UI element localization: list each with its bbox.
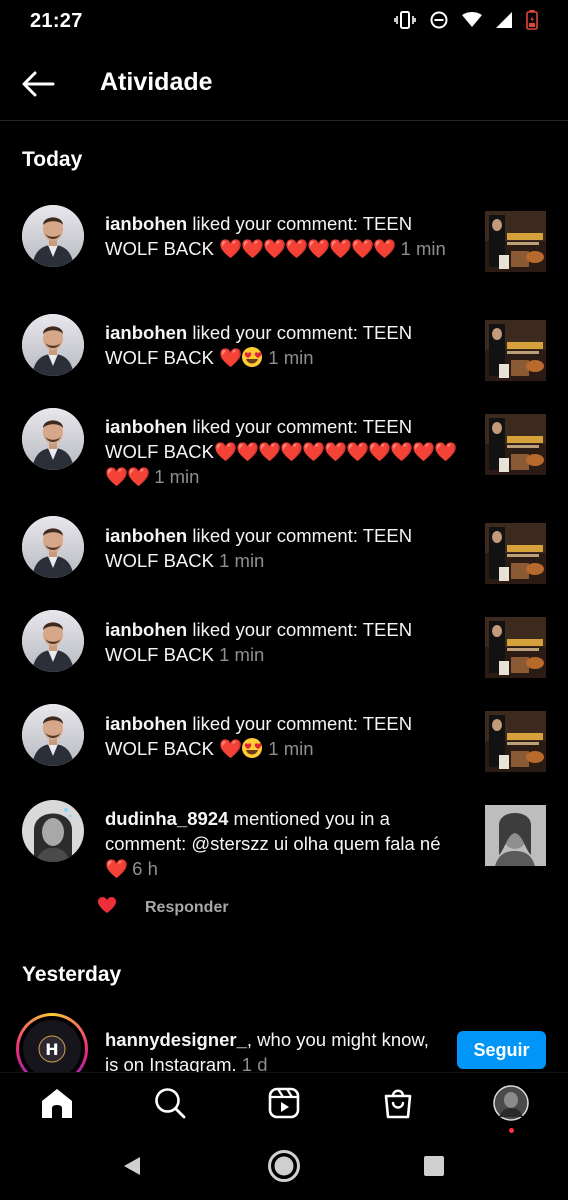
username[interactable]: ianbohen [105,213,187,234]
username[interactable]: ianbohen [105,619,187,640]
shop-icon [383,1087,413,1124]
timestamp: 1 min [263,738,314,759]
like-heart-icon[interactable] [97,896,117,919]
follow-button[interactable]: Seguir [457,1031,546,1069]
brand-letter: H [45,1040,58,1059]
timestamp: 1 min [149,466,200,487]
post-thumbnail[interactable] [485,617,546,678]
username[interactable]: ianbohen [105,416,187,437]
heart-eyes-emoji-icon [241,738,263,759]
post-thumbnail[interactable] [485,523,546,584]
username[interactable]: ianbohen [105,713,187,734]
reels-icon [268,1087,300,1124]
username[interactable]: hannydesigner_ [105,1029,247,1050]
home-icon [40,1087,74,1124]
post-thumbnail[interactable] [485,711,546,772]
system-navigation-bar [0,1136,568,1200]
red-heart-emojis: ❤️ [219,347,242,368]
timestamp: 1 min [213,644,265,665]
nav-search[interactable] [150,1085,190,1125]
avatar[interactable] [22,610,84,672]
search-icon [154,1087,186,1124]
timestamp: 1 d [236,1054,268,1073]
suggestion-text[interactable]: hannydesigner_, who you might know, is o… [105,1027,440,1073]
system-recents-button[interactable] [414,1148,454,1188]
section-title-today: Today [22,148,83,171]
notification-text[interactable]: ianbohen liked your comment: TEEN WOLF B… [105,711,465,761]
triangle-back-icon [121,1155,143,1182]
system-home-button[interactable] [264,1148,304,1188]
battery-icon [526,10,538,30]
back-button[interactable] [18,66,58,106]
reply-button[interactable]: Responder [145,899,229,917]
heart-eyes-emoji-icon [241,347,263,368]
notification-text[interactable]: ianbohen liked your comment: TEEN WOLF B… [105,414,465,489]
avatar[interactable] [22,205,84,267]
circle-home-icon [266,1148,302,1189]
status-icons [394,10,538,30]
notification-text[interactable]: ianbohen liked your comment: TEEN WOLF B… [105,523,465,573]
notification-text[interactable]: ianbohen liked your comment: TEEN WOLF B… [105,211,465,261]
reply-row: Responder [97,896,229,919]
notification-dot [509,1128,514,1133]
avatar[interactable] [22,704,84,766]
section-title-yesterday: Yesterday [22,963,122,986]
timestamp: 6 h [127,858,158,879]
status-time: 21:27 [30,10,83,32]
arrow-left-icon [21,71,55,102]
post-thumbnail[interactable] [485,211,546,272]
username[interactable]: ianbohen [105,525,187,546]
avatar[interactable] [22,314,84,376]
avatar: H [23,1020,81,1078]
nav-profile[interactable] [491,1084,531,1126]
avatar[interactable] [22,516,84,578]
post-thumbnail[interactable] [485,320,546,381]
post-thumbnail[interactable] [485,414,546,475]
system-back-button[interactable] [112,1148,152,1188]
red-heart-emojis: ❤️ [105,858,128,879]
profile-avatar [493,1084,529,1126]
nav-reels[interactable] [264,1085,304,1125]
bottom-nav [0,1072,568,1135]
avatar[interactable] [22,408,84,470]
do-not-disturb-icon [430,11,448,29]
post-thumbnail[interactable] [485,805,546,866]
nav-shop[interactable] [378,1085,418,1125]
notification-text[interactable]: ianbohen liked your comment: TEEN WOLF B… [105,617,465,667]
notification-text[interactable]: ianbohen liked your comment: TEEN WOLF B… [105,320,465,370]
activity-screen: 21:27 Atividade Today ianbohen liked you… [0,0,568,1200]
timestamp: 1 min [213,550,265,571]
nav-home[interactable] [37,1085,77,1125]
red-heart-emojis: ❤️ [219,738,242,759]
username[interactable]: dudinha_8924 [105,808,228,829]
vibrate-icon [394,11,416,29]
avatar[interactable] [22,800,84,862]
signal-icon [496,12,512,28]
status-bar: 21:27 [0,0,568,44]
red-heart-emojis: ❤️❤️❤️❤️❤️❤️❤️❤️ [219,238,396,259]
top-header: Atividade [0,50,568,121]
page-title: Atividade [100,68,213,96]
timestamp: 1 min [263,347,314,368]
username[interactable]: ianbohen [105,322,187,343]
square-recents-icon [424,1155,444,1181]
wifi-icon [462,12,482,28]
timestamp: 1 min [395,238,446,259]
notification-text[interactable]: dudinha_8924 mentioned you in a comment:… [105,806,465,881]
